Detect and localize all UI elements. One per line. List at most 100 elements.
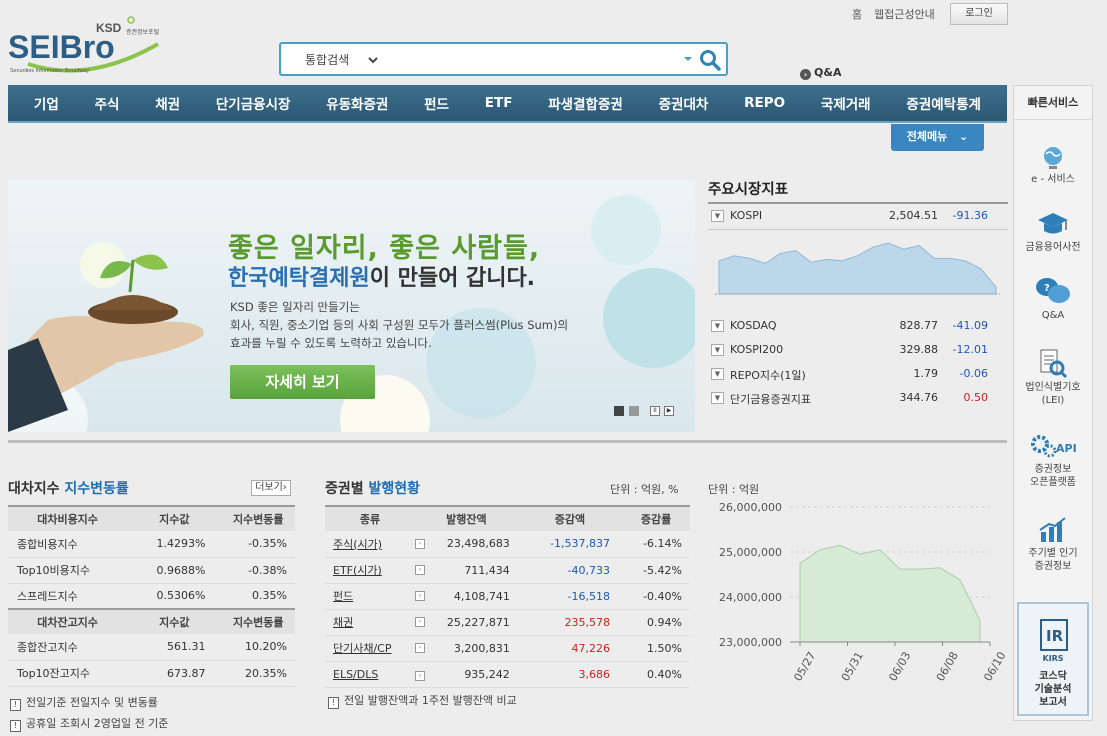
popup-icon[interactable]: ›: [415, 617, 425, 627]
quick-qa[interactable]: ? Q&A: [1014, 276, 1092, 323]
slide-indicator-active[interactable]: [614, 406, 624, 416]
svg-text:Securities Information Broadwa: Securities Information Broadway: [10, 68, 89, 74]
nav-item-etf[interactable]: ETF: [485, 95, 513, 111]
popup-icon[interactable]: ›: [415, 670, 425, 681]
market-row-short-term[interactable]: ▼ 단기금융증권지표 344.76 0.50: [708, 388, 1008, 410]
issuance-link[interactable]: ELS/DLS: [333, 668, 378, 681]
search-input[interactable]: [389, 48, 669, 70]
integrated-search-box[interactable]: 통합검색: [279, 42, 728, 76]
dropdown-arrow-icon[interactable]: [683, 55, 693, 63]
kosdaq-tech-report-banner[interactable]: IR KIRS 코스닥 기술분석 보고서: [1017, 602, 1089, 716]
issuance-note: ! 전일 발행잔액과 1주전 발행잔액 비교: [328, 692, 517, 709]
api-gears-icon: API: [1031, 435, 1076, 458]
nav-item-derivative-linked[interactable]: 파생결합증권: [548, 93, 623, 113]
nav-item-abs[interactable]: 유동화증권: [326, 93, 388, 113]
quick-lei[interactable]: 법인식별기호 (LEI): [1014, 348, 1092, 407]
market-row-repo[interactable]: ▼ REPO지수(1일) 1.79 -0.06: [708, 364, 1008, 386]
slide-indicator[interactable]: [629, 406, 639, 416]
issuance-link[interactable]: 단기사채/CP: [333, 642, 392, 655]
market-row-kospi[interactable]: ▼ KOSPI 2,504.51 -91.36: [708, 206, 1008, 228]
popup-icon[interactable]: ›: [415, 565, 425, 575]
svg-text:증권정보포털: 증권정보포털: [126, 28, 159, 36]
quick-financial-dictionary[interactable]: 금융용어사전: [1014, 210, 1092, 255]
table-row: Top10비용지수 0.9688% -0.38%: [8, 557, 295, 584]
svg-text:?: ?: [1044, 283, 1050, 294]
login-button[interactable]: 로그인: [950, 3, 1008, 25]
nav-item-fund[interactable]: 펀드: [424, 93, 449, 113]
all-menu-button[interactable]: 전체메뉴 ⌄: [891, 124, 984, 151]
lending-note: ! 공휴일 조회시 2영업일 전 기준: [10, 715, 168, 732]
document-search-icon: [1040, 349, 1068, 378]
graduation-cap-icon: [1038, 213, 1068, 234]
banner-body-line: KSD 좋은 일자리 만들기는: [230, 300, 360, 314]
issuance-link[interactable]: 펀드: [333, 590, 353, 603]
quick-service-panel: 빠른서비스 e - 서비스 금융용어사전 ? Q&A 법인식별기호 (LEI) …: [1013, 85, 1093, 721]
y-tick-label: 24,000,000: [719, 591, 782, 604]
home-link[interactable]: 홈: [852, 6, 862, 22]
pause-icon[interactable]: II: [650, 406, 660, 416]
popup-icon[interactable]: ›: [415, 591, 425, 601]
x-tick-label: 05/31: [839, 650, 866, 684]
expand-arrow-icon[interactable]: ▼: [711, 392, 724, 404]
info-icon: !: [10, 720, 21, 732]
popup-icon[interactable]: ›: [415, 538, 425, 549]
issuance-link[interactable]: ETF(시가): [333, 564, 382, 577]
x-tick-label: 05/27: [791, 650, 818, 684]
issuance-title: 증권별 발행현황: [325, 481, 421, 497]
more-button[interactable]: 더보기›: [251, 480, 291, 496]
expand-arrow-icon[interactable]: ▼: [711, 368, 724, 380]
table-row: ELS/DLS › 935,242 3,686 0.40%: [325, 661, 690, 688]
banner-body-line: 효과를 누릴 수 있도록 노력하고 있습니다.: [230, 336, 432, 350]
nav-item-stock[interactable]: 주식: [95, 93, 120, 113]
quick-e-service[interactable]: e - 서비스: [1014, 144, 1092, 187]
seibro-logo[interactable]: SEIBro KSD 증권정보포털 Securities Information…: [8, 14, 188, 76]
issuance-link[interactable]: 주식(시가): [333, 538, 382, 551]
search-category-select[interactable]: 통합검색: [305, 51, 349, 68]
chat-bubble-icon: ?: [1036, 278, 1070, 303]
table-row: ETF(시가) › 711,434 -40,733 -5.42%: [325, 557, 690, 584]
expand-arrow-icon[interactable]: ▼: [711, 210, 724, 222]
main-banner[interactable]: 좋은 일자리, 좋은 사람들, 한국예탁결제원이 만들어 갑니다. KSD 좋은…: [8, 180, 695, 432]
nav-item-deposit-stats[interactable]: 증권예탁통계: [906, 93, 981, 113]
table-row: 종합잔고지수 561.31 10.20%: [8, 634, 295, 661]
market-row-kospi200[interactable]: ▼ KOSPI200 329.88 -12.01: [708, 340, 1008, 362]
table-row: 주식(시가) › 23,498,683 -1,537,837 -6.14%: [325, 531, 690, 558]
market-row-kosdaq[interactable]: ▼ KOSDAQ 828.77 -41.09: [708, 316, 1008, 338]
quick-open-platform[interactable]: API 증권정보 오픈플랫폼: [1014, 434, 1092, 489]
svg-text:KSD: KSD: [96, 21, 122, 35]
market-indicator-title: 주요시장지표: [708, 182, 789, 198]
qa-link[interactable]: › Q&A: [800, 66, 841, 80]
issuance-link[interactable]: 채권: [333, 616, 353, 629]
info-icon: !: [10, 699, 21, 711]
chevron-down-icon: ⌄: [959, 130, 969, 143]
popup-icon[interactable]: ›: [415, 643, 425, 653]
nav-item-company[interactable]: 기업: [34, 93, 59, 113]
banner-detail-button[interactable]: 자세히 보기: [230, 365, 375, 399]
banner-body-line: 회사, 직원, 중소기업 등의 사회 구성원 모두가 플러스썸(Plus Sum…: [230, 318, 569, 332]
nav-item-securities-lending[interactable]: 증권대차: [659, 93, 709, 113]
nav-item-bond[interactable]: 채권: [155, 93, 180, 113]
main-navigation: 기업 주식 채권 단기금융시장 유동화증권 펀드 ETF 파생결합증권 증권대차…: [8, 85, 1007, 123]
play-icon[interactable]: ▶: [664, 406, 674, 416]
nav-item-short-term-money[interactable]: 단기금융시장: [216, 93, 291, 113]
issuance-table: 종류 발행잔액 증감액 증감률 주식(시가) › 23,498,683 -1,53…: [325, 505, 690, 688]
table-row: 펀드 › 4,108,741 -16,518 -0.40%: [325, 583, 690, 610]
expand-arrow-icon[interactable]: ▼: [711, 320, 724, 332]
issuance-trend-chart: 26,000,000 25,000,000 24,000,000 23,000,000…: [719, 501, 1008, 684]
bar-chart-icon: [1039, 517, 1066, 542]
nav-item-repo[interactable]: REPO: [744, 95, 785, 111]
y-tick-label: 26,000,000: [719, 501, 782, 514]
nav-item-international[interactable]: 국제거래: [821, 93, 871, 113]
chart-unit: 단위 : 억원: [708, 483, 760, 496]
kirs-logo-icon: IR: [1040, 619, 1068, 651]
banner-title-highlight: 한국예탁결제원: [228, 266, 370, 291]
accessibility-link[interactable]: 웹접근성안내: [874, 6, 935, 22]
chevron-down-icon[interactable]: [367, 54, 379, 66]
quick-popular-info[interactable]: 주기별 인기 증권정보: [1014, 516, 1092, 573]
banner-title-2: 이 만들어 갑니다.: [369, 266, 536, 291]
kospi-intraday-chart: [715, 242, 1000, 295]
expand-arrow-icon[interactable]: ▼: [711, 344, 724, 356]
table-row: Top10잔고지수 673.87 20.35%: [8, 660, 295, 687]
svg-text:IR: IR: [1046, 627, 1064, 645]
search-icon[interactable]: [699, 49, 721, 71]
